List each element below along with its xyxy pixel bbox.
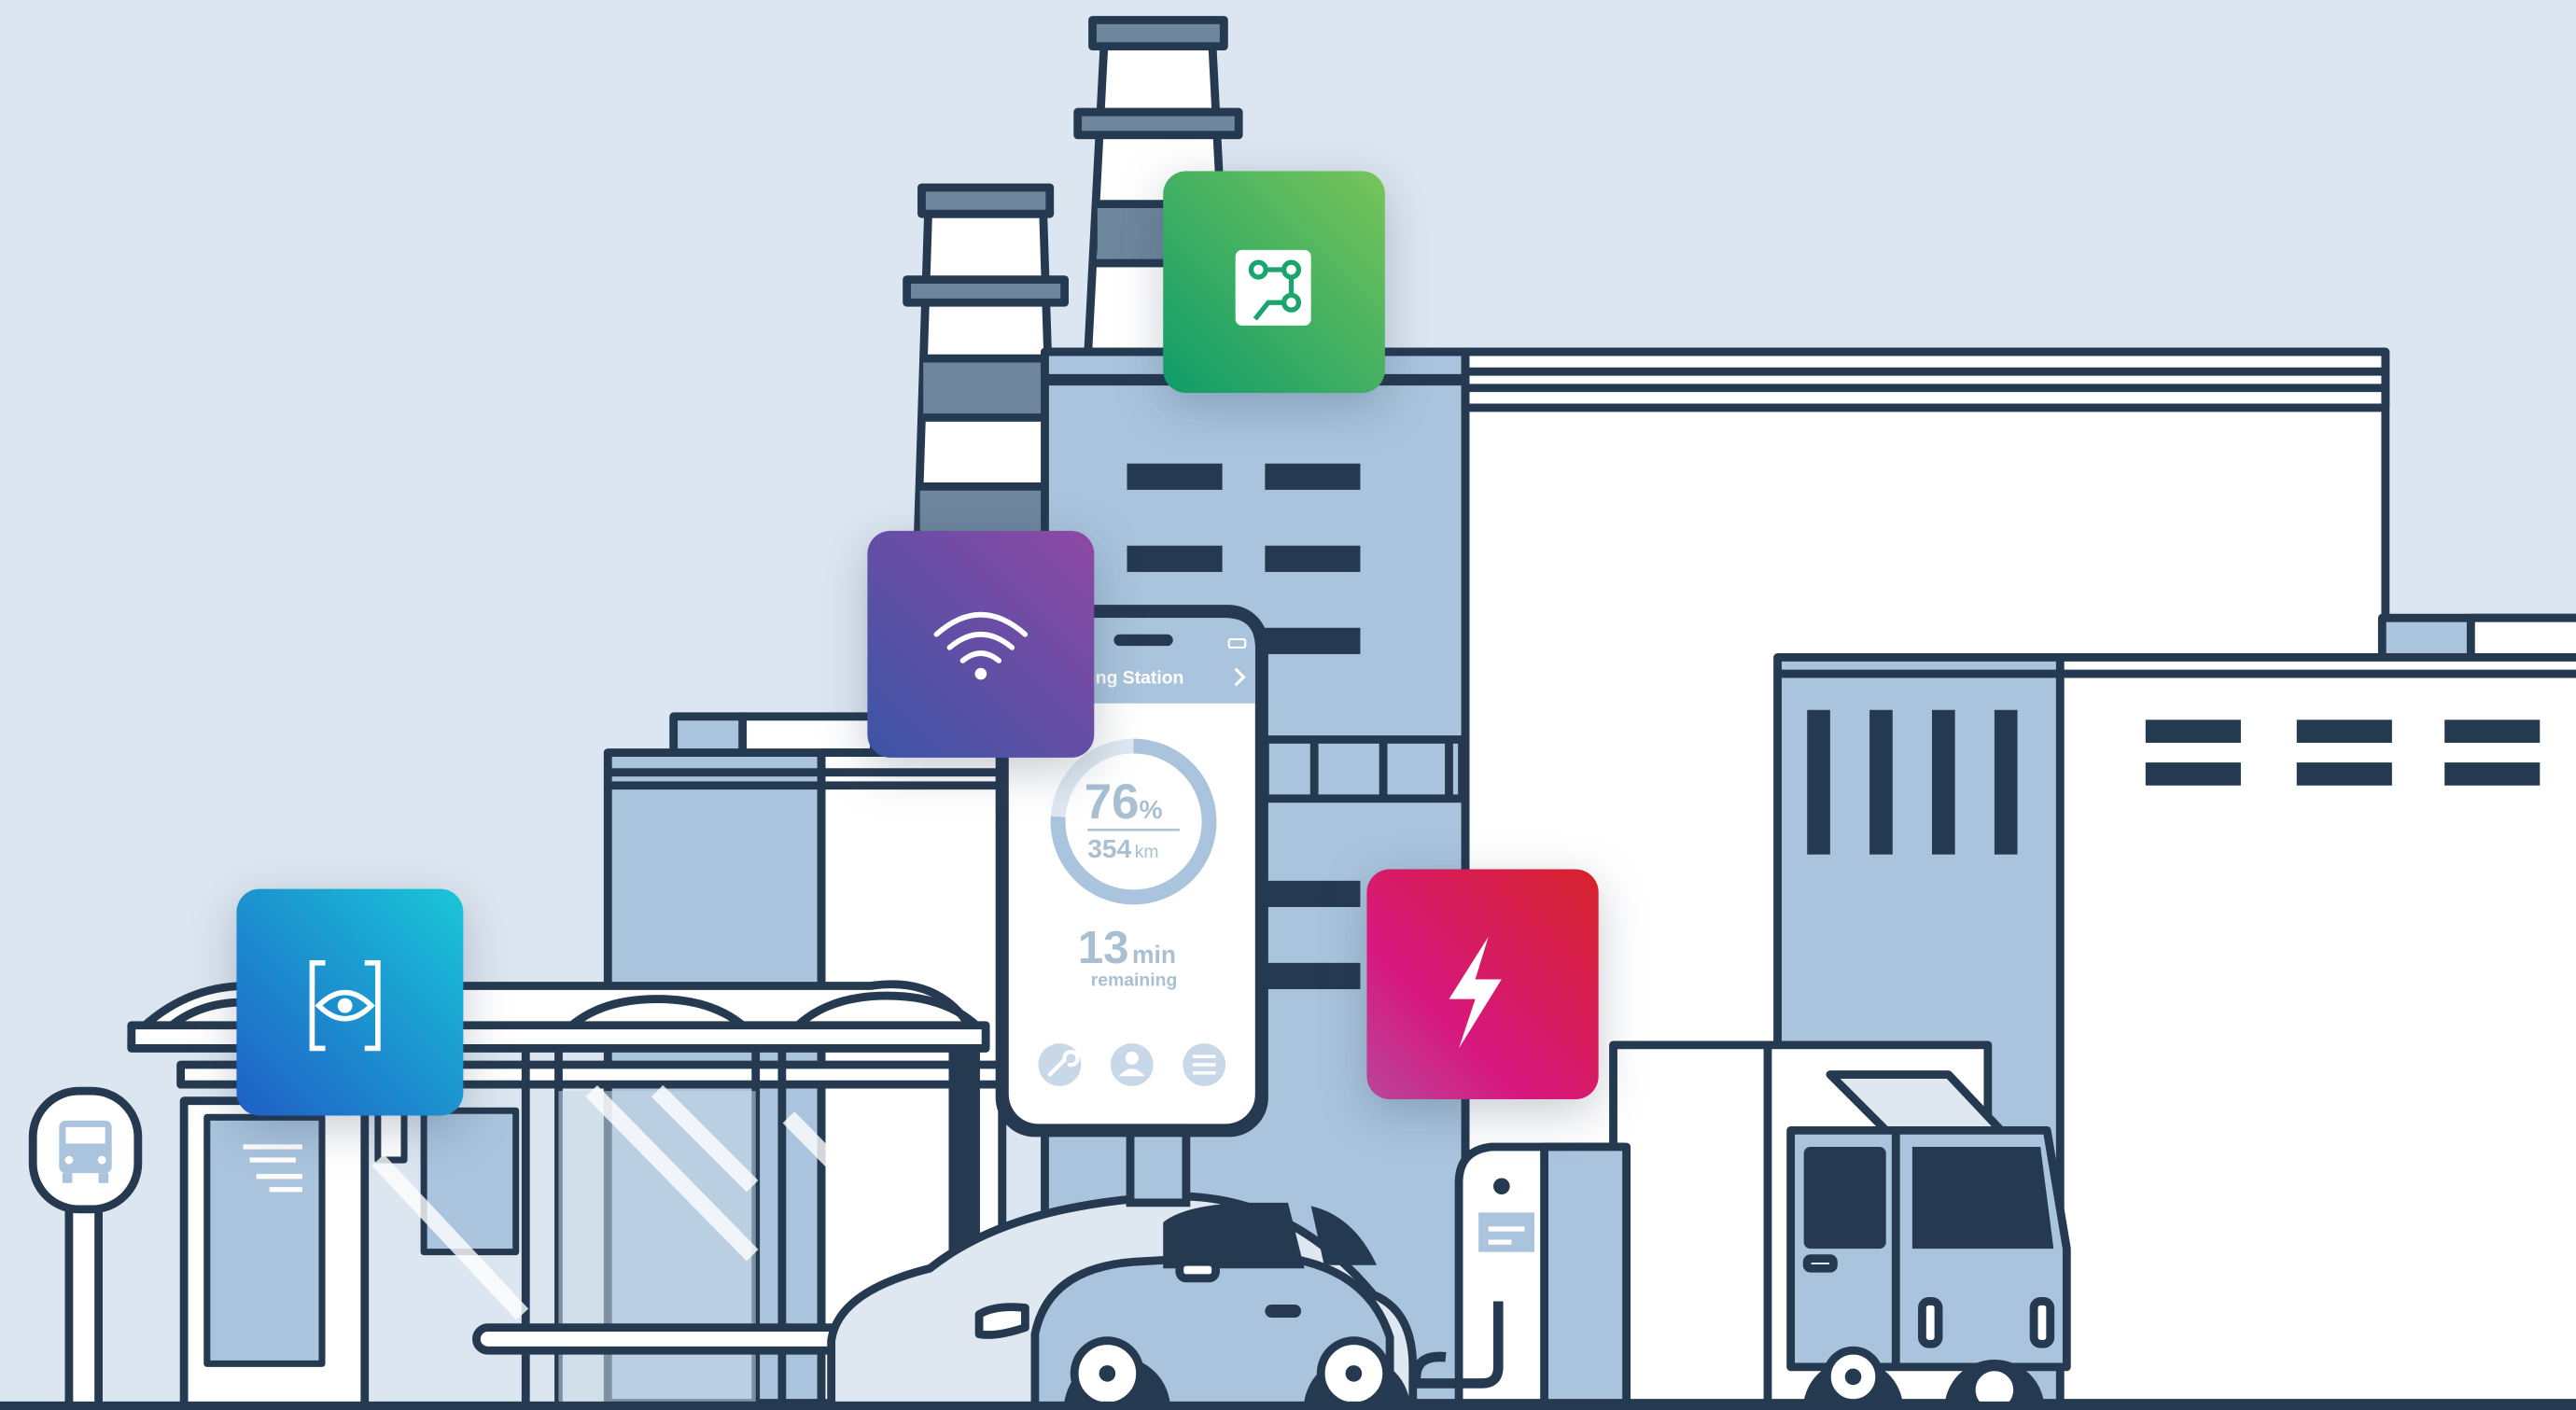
time-remaining-value: 13 [1078, 922, 1129, 973]
time-remaining-unit: min [1132, 941, 1176, 969]
phone-nav-bar [1038, 1043, 1226, 1086]
battery-percent-value: 76 [1085, 775, 1140, 830]
battery-percent-unit: % [1139, 795, 1162, 824]
range-unit: km [1135, 842, 1159, 862]
bus-stop-sign [28, 1086, 143, 1410]
circuit-route-icon [1235, 249, 1311, 326]
list-icon[interactable] [1183, 1043, 1226, 1086]
user-icon[interactable] [1110, 1043, 1154, 1086]
range-value: 354 [1087, 834, 1131, 863]
tile-blue-eye-scan[interactable] [236, 888, 464, 1116]
smart-city-illustration: Charging Station 76% 354 km 13 min remaini… [0, 16, 2576, 1410]
tile-red-lightning[interactable] [1366, 869, 1599, 1099]
time-remaining-caption: remaining [1091, 970, 1178, 990]
wrench-icon[interactable] [1038, 1043, 1082, 1086]
tile-purple-wifi[interactable] [867, 530, 1095, 758]
tile-green-circuit[interactable] [1163, 171, 1385, 394]
